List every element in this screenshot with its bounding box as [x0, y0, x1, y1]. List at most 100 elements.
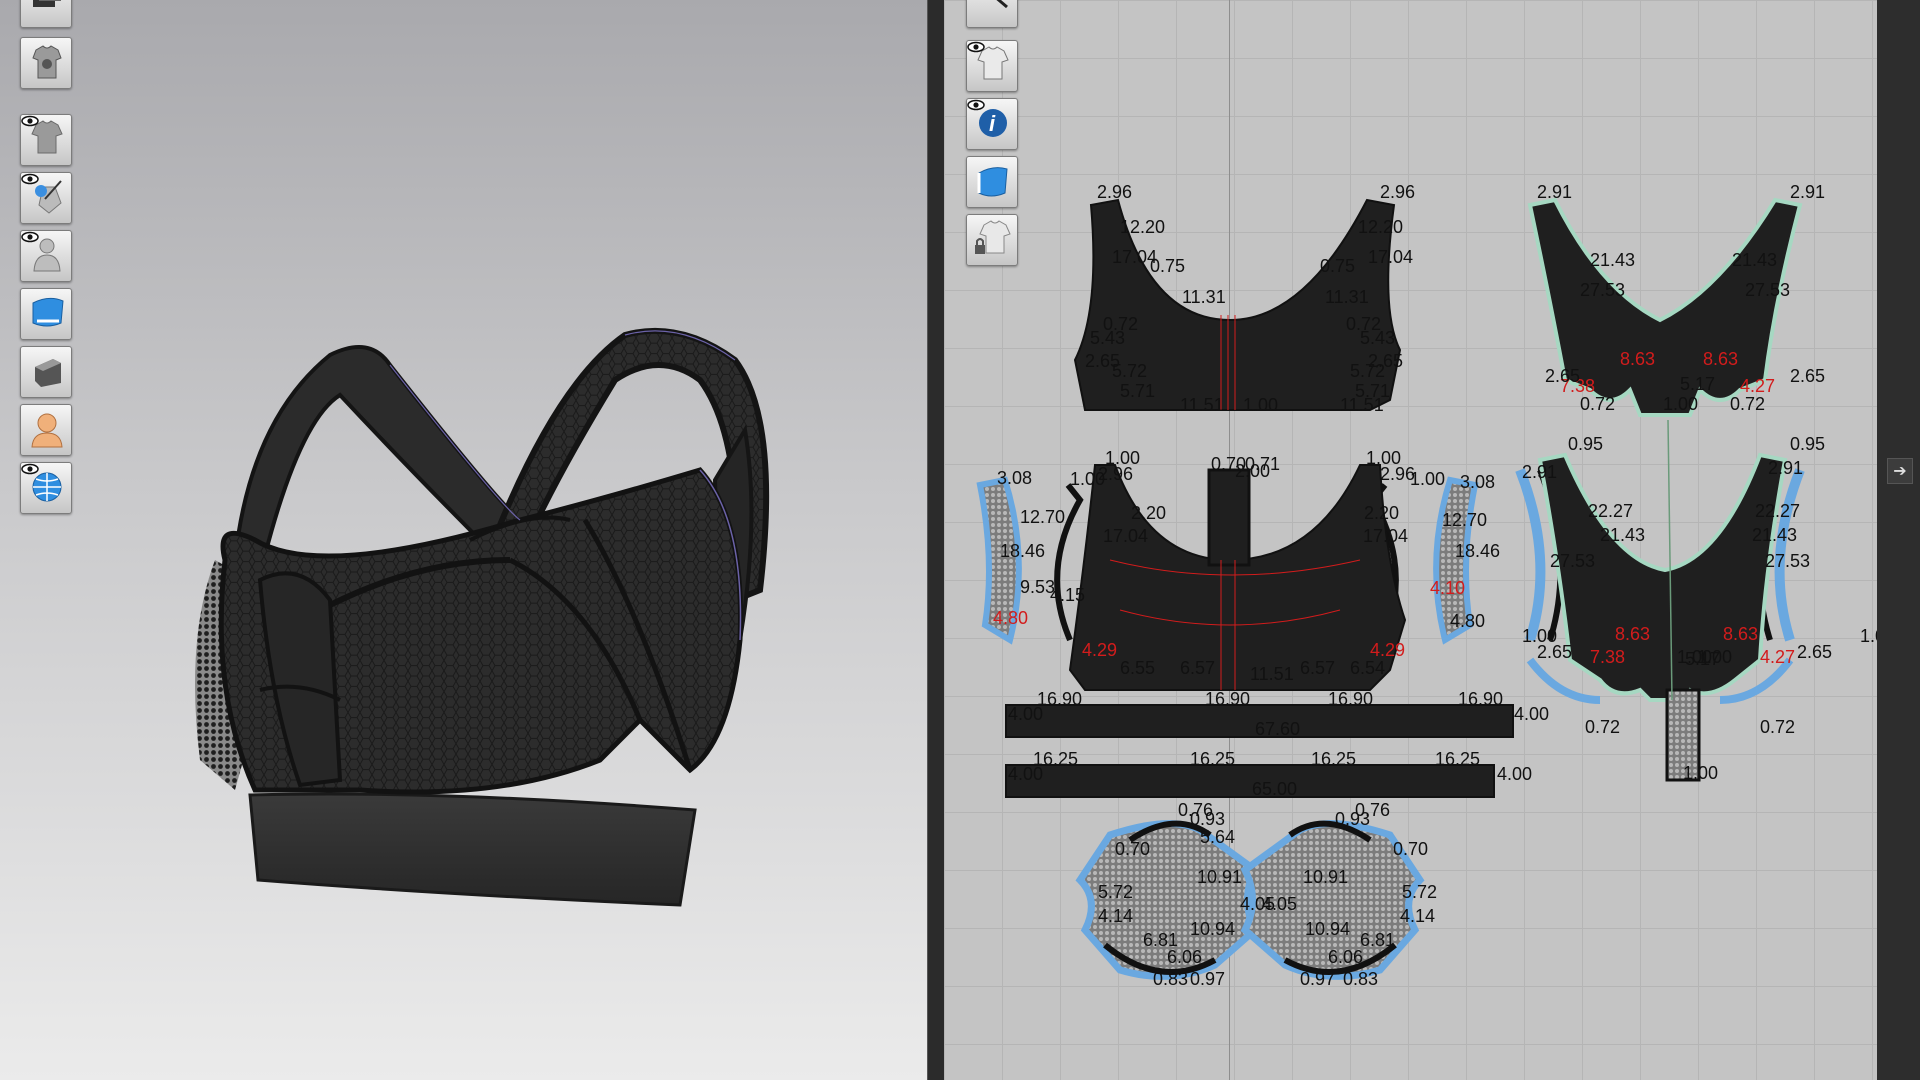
measurement-label: 0.95: [1790, 434, 1825, 454]
measurement-label: 6.06: [1328, 947, 1363, 967]
measurement-label: 2.00: [1235, 461, 1270, 481]
3d-viewport[interactable]: [0, 0, 927, 1080]
expand-panel-button[interactable]: ➔: [1887, 458, 1913, 484]
measurement-label: 4.14: [1400, 906, 1435, 926]
viewport-splitter[interactable]: [927, 0, 944, 1080]
measurement-label: 0.72: [1580, 394, 1615, 414]
measurement-label: 0.72: [1760, 717, 1795, 737]
measurement-label: 16.25: [1311, 749, 1356, 769]
measurement-label: 0.93: [1335, 809, 1370, 829]
measurement-label: 12.70: [1442, 510, 1487, 530]
measurement-label: 10.91: [1303, 867, 1348, 887]
measurement-label: 4.05: [1262, 894, 1297, 914]
measurement-label: 21.43: [1732, 250, 1777, 270]
measurement-label: 0.72: [1730, 394, 1765, 414]
measurement-label: 5.72: [1098, 882, 1133, 902]
measurement-label: 0.70: [1115, 839, 1150, 859]
measurement-label: 0.72: [1585, 717, 1620, 737]
measurement-label: 10.94: [1190, 919, 1235, 939]
right-panel-strip: ➔: [1877, 0, 1920, 1080]
2d-pattern-viewport[interactable]: i 2.96 2.96 12.20 12.20 17.04 17.04 0.75…: [944, 0, 1877, 1080]
measurement-label: 21.43: [1752, 525, 1797, 545]
measurement-label: 3.08: [997, 468, 1032, 488]
measurement-label: 4.80: [993, 608, 1028, 628]
measurement-label: 5.17: [1685, 649, 1720, 669]
measurement-label: 2.96: [1097, 182, 1132, 202]
measurement-label: 6.81: [1360, 930, 1395, 950]
measurement-label: 0.97: [1300, 969, 1335, 989]
measurement-label: 1.00: [1860, 626, 1877, 646]
sports-bra-3d-render[interactable]: [0, 0, 927, 1080]
measurement-label: 4.27: [1740, 376, 1775, 396]
measurement-label: 11.51: [1250, 664, 1294, 684]
measurement-label: 2.20: [1364, 503, 1399, 523]
measurement-label: 0.97: [1190, 969, 1225, 989]
measurement-label: 2.91: [1768, 458, 1803, 478]
measurement-label: 6.55: [1120, 658, 1155, 678]
measurement-label: 17.04: [1103, 526, 1148, 546]
measurement-label: 65.00: [1252, 779, 1297, 799]
measurement-label: 2.91: [1522, 462, 1557, 482]
measurement-label: 2.20: [1131, 503, 1166, 523]
measurement-label: 7.38: [1590, 647, 1625, 667]
measurement-label: 8.63: [1703, 349, 1738, 369]
measurement-label: 11.31: [1182, 287, 1226, 307]
measurement-label: 4.15: [1050, 585, 1085, 605]
measurement-label: 4.27: [1760, 647, 1795, 667]
measurement-label: 0.93: [1190, 809, 1225, 829]
measurement-label: 18.46: [1455, 541, 1500, 561]
measurement-label: 5.64: [1200, 827, 1235, 847]
arrow-right-icon: ➔: [1893, 463, 1907, 480]
measurement-label: 8.63: [1620, 349, 1655, 369]
measurement-label: 2.91: [1790, 182, 1825, 202]
measurement-label: 12.20: [1120, 217, 1165, 237]
measurement-label: 0.70: [1393, 839, 1428, 859]
measurement-label: 12.20: [1358, 217, 1403, 237]
measurement-label: 0.83: [1343, 969, 1378, 989]
measurement-label: 5.71: [1120, 381, 1155, 401]
measurement-label: 6.06: [1167, 947, 1202, 967]
measurement-label: 2.96: [1380, 182, 1415, 202]
back-assembled-piece: [1537, 452, 1788, 702]
measurement-label: 5.43: [1360, 328, 1395, 348]
measurement-label: 4.29: [1370, 640, 1405, 660]
measurement-label: 16.25: [1190, 749, 1235, 769]
measurement-label: 27.53: [1580, 280, 1625, 300]
measurement-label: 16.25: [1435, 749, 1480, 769]
measurement-label: 21.43: [1590, 250, 1635, 270]
measurement-label: 18.46: [1000, 541, 1045, 561]
pattern-pieces[interactable]: 2.96 2.96 12.20 12.20 17.04 17.04 0.75 0.75 11.3…: [944, 0, 1877, 1080]
measurement-label: 12.70: [1020, 507, 1065, 527]
measurement-label: 1.00: [1243, 395, 1278, 415]
measurement-label: 2.65: [1797, 642, 1832, 662]
measurement-label: 17.04: [1363, 526, 1408, 546]
measurement-label: 16.90: [1205, 689, 1250, 709]
measurement-label: 0.95: [1568, 434, 1603, 454]
measurement-label: 17.04: [1368, 247, 1413, 267]
measurement-label: 6.57: [1300, 658, 1335, 678]
measurement-label: 27.53: [1765, 551, 1810, 571]
measurement-label: 4.00: [1008, 704, 1043, 724]
measurement-label: 5.43: [1090, 328, 1125, 348]
measurement-label: 5.72: [1350, 361, 1385, 381]
measurement-label: 11.51: [1340, 395, 1384, 415]
measurement-label: 21.43: [1600, 525, 1645, 545]
measurement-label: 2.91: [1537, 182, 1572, 202]
measurement-label: 0.83: [1153, 969, 1188, 989]
measurement-label: 22.27: [1755, 501, 1800, 521]
measurement-label: 4.29: [1082, 640, 1117, 660]
measurement-label: 4.10: [1430, 578, 1465, 598]
measurement-label: 0.75: [1150, 256, 1185, 276]
measurement-label: 27.53: [1745, 280, 1790, 300]
measurement-label: 8.63: [1723, 624, 1758, 644]
underband-piece-2: [1005, 764, 1495, 798]
measurement-label: 0.75: [1320, 256, 1355, 276]
measurement-label: 1.00: [1410, 469, 1445, 489]
measurement-label: 3.08: [1460, 472, 1495, 492]
measurement-label: 4.14: [1098, 906, 1133, 926]
measurement-label: 6.54: [1350, 658, 1385, 678]
measurement-label: 5.72: [1112, 361, 1147, 381]
measurement-label: 4.00: [1497, 764, 1532, 784]
measurement-label: 4.00: [1008, 764, 1043, 784]
measurement-label: 16.90: [1458, 689, 1503, 709]
